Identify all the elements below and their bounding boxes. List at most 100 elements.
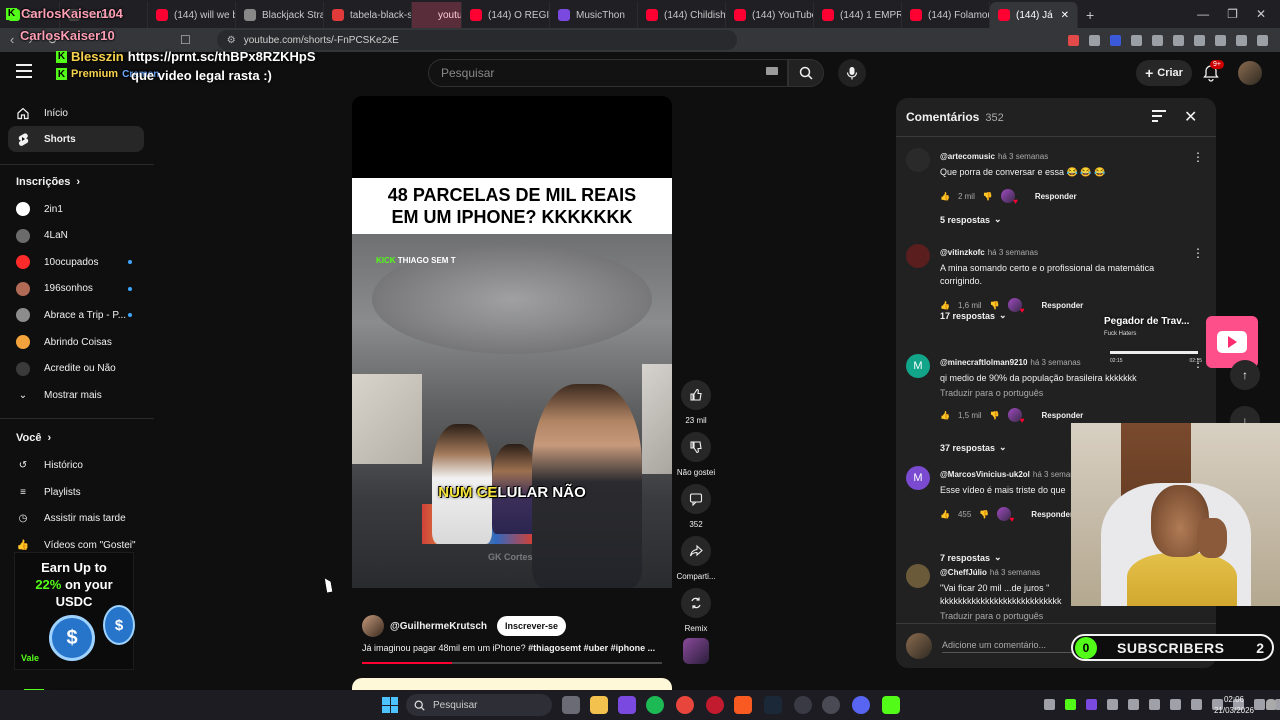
extension-icon[interactable] [1152,34,1163,46]
thumbs-up-icon[interactable]: 👍 [940,510,950,519]
sidebar-channel-item[interactable]: 196sonhos [8,276,144,302]
extension-icon[interactable] [1257,34,1268,46]
next-short-preview[interactable] [352,678,672,690]
sidebar-channel-item[interactable]: 2in1 [8,196,144,222]
commenter-avatar[interactable] [906,244,930,268]
tray-icon[interactable] [1086,699,1097,710]
comment-username[interactable]: @MarcosVinicius-uk2ol [940,470,1030,479]
reply-button[interactable]: Responder [1031,510,1073,519]
extension-icon[interactable] [1089,34,1100,46]
opera-icon[interactable] [706,696,724,714]
view-replies-button[interactable]: 5 respostas ⌄ [940,214,1002,225]
more-options-icon[interactable]: ⋮ [1192,150,1204,164]
tray-icon[interactable] [1065,699,1076,710]
comment-username[interactable]: @vitinzkofc [940,248,985,257]
sidebar-channel-item[interactable]: 10ocupados [8,249,144,275]
sidebar-channel-item[interactable]: Acredite ou Não [8,356,144,382]
app-icon[interactable] [822,696,840,714]
sidebar-item-watch-later[interactable]: ◷ Assistir mais tarde [8,505,144,531]
extension-icon[interactable] [1131,34,1142,46]
extension-icon[interactable] [1173,34,1184,46]
thumbs-up-icon[interactable]: 👍 [940,411,950,420]
subscriptions-heading[interactable]: Inscrições › [16,176,80,188]
browser-tab[interactable]: (144) Já ✕ [990,2,1078,28]
video-description[interactable]: Já imaginou pagar 48mil em um iPhone? #t… [362,643,662,653]
thumbs-down-icon[interactable]: 👎 [983,192,993,201]
comment-username[interactable]: @CheffJúlio [940,568,987,577]
extension-icon[interactable] [1110,34,1121,46]
close-icon[interactable]: ✕ [1184,107,1197,127]
sidebar-channel-item[interactable]: Abrindo Coisas [8,329,144,355]
sidebar-item-playlists[interactable]: ≡ Playlists [8,479,144,505]
thumbs-up-icon[interactable]: 👍 [940,301,950,310]
commenter-avatar[interactable]: M [906,354,930,378]
ad-cta[interactable]: Vale [21,653,39,663]
translate-link[interactable]: Traduzir para o português [940,388,1190,398]
account-avatar[interactable] [1238,61,1262,85]
commenter-avatar[interactable] [906,564,930,588]
taskbar-search[interactable]: Pesquisar [406,694,552,716]
browser-tab[interactable]: (144) O REGISTR [462,2,550,28]
sidebar-item-home[interactable]: Início [8,100,144,126]
close-tab-icon[interactable]: ✕ [1061,10,1069,21]
reply-button[interactable]: Responder [1035,192,1077,201]
thumbs-up-icon[interactable]: 👍 [940,192,950,201]
kick-icon[interactable] [882,696,900,714]
commenter-avatar[interactable] [906,148,930,172]
thumbs-down-icon[interactable]: 👎 [979,510,989,519]
close-window-icon[interactable]: ✕ [1256,7,1266,21]
sidebar-item-show-more[interactable]: ⌄ Mostrar mais [8,382,144,408]
notification-center-icon[interactable] [1266,699,1276,710]
translate-link[interactable]: Traduzir para o português [940,611,1190,621]
sidebar-item-history[interactable]: ↺ Histórico [8,452,144,478]
sort-icon[interactable] [1152,110,1166,122]
steam-icon[interactable] [764,696,782,714]
commenter-avatar[interactable]: M [906,466,930,490]
extension-icon[interactable] [1236,34,1247,46]
tray-icon[interactable] [1044,699,1055,710]
browser-tab[interactable]: tabela-black-s [324,2,412,28]
browser-tab[interactable]: (144) 1 EMPRES [814,2,902,28]
channel-avatar[interactable] [362,615,384,637]
minimize-icon[interactable]: — [1197,7,1209,21]
subscribe-button[interactable]: Inscrever-se [497,616,567,636]
previous-short-button[interactable]: ↑ [1230,360,1260,390]
voice-search-button[interactable] [838,59,866,87]
task-view-icon[interactable] [562,696,580,714]
restore-icon[interactable]: ❐ [1227,7,1238,21]
chrome-icon[interactable] [676,696,694,714]
start-menu-icon[interactable] [382,697,398,713]
tray-icon[interactable] [1107,699,1118,710]
taskbar-clock[interactable]: 02:06 21/03/2026 [1206,694,1262,716]
tray-icon[interactable] [1191,699,1202,710]
audio-button[interactable] [674,638,718,664]
ad-overlay[interactable]: Earn Up to 22% on your USDC $ $ Vale [14,552,135,670]
discord-icon[interactable] [852,696,870,714]
app-icon[interactable] [794,696,812,714]
share-button[interactable]: Comparti... [674,536,718,581]
sidebar-item-shorts[interactable]: Shorts [8,126,144,152]
comment-username[interactable]: @artecomusic [940,152,995,161]
reply-button[interactable]: Responder [1042,411,1084,420]
search-input[interactable]: Pesquisar [428,59,788,87]
you-heading[interactable]: Você › [16,432,51,444]
tray-icon[interactable] [1128,699,1139,710]
view-replies-button[interactable]: 37 respostas ⌄ [940,442,1007,453]
reply-button[interactable]: Responder [1042,301,1084,310]
brave-icon[interactable] [734,696,752,714]
browser-tab[interactable]: (144) Childish G [638,2,726,28]
short-video-player[interactable]: 48 PARCELAS DE MIL REAIS EM UM IPHONE? K… [352,96,672,588]
remix-button[interactable]: Remix [674,588,718,633]
app-icon[interactable] [618,696,636,714]
create-button[interactable]: + Criar [1136,60,1192,86]
view-replies-button[interactable]: 17 respostas ⌄ [940,310,1007,321]
keyboard-icon[interactable] [766,67,778,75]
spotify-icon[interactable] [646,696,664,714]
new-tab-button[interactable]: + [1078,2,1102,28]
thumbs-down-icon[interactable]: 👎 [990,301,1000,310]
like-button[interactable]: 23 mil [674,380,718,425]
comments-button[interactable]: 352 [674,484,718,529]
browser-tab[interactable]: MusicThon [550,2,638,28]
tray-icon[interactable] [1149,699,1160,710]
tray-icon[interactable] [1170,699,1181,710]
